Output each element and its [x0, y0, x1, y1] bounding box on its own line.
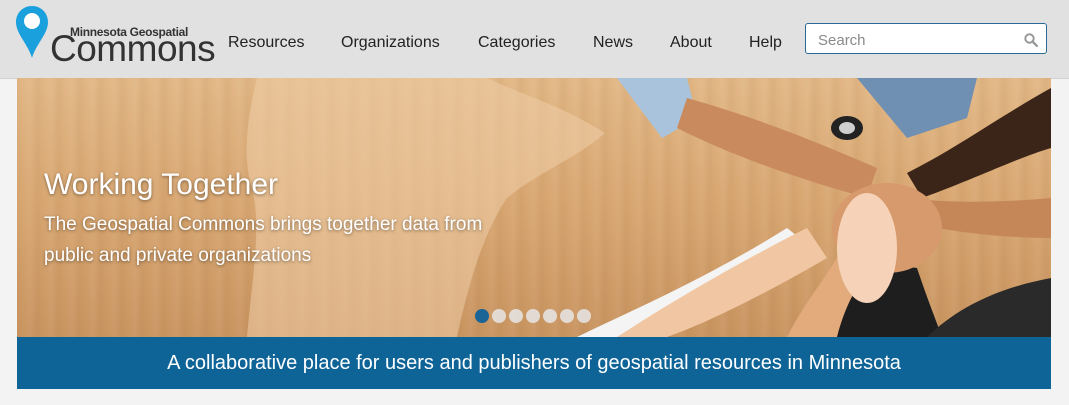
nav-item-organizations[interactable]: Organizations	[341, 34, 440, 52]
site-logo[interactable]: Minnesota Geospatial Commons	[14, 4, 216, 69]
nav-item-help[interactable]: Help	[749, 34, 782, 52]
carousel-dot-1[interactable]	[475, 309, 489, 323]
logo-wordmark: Commons	[50, 28, 216, 69]
hero-description: The Geospatial Commons brings together d…	[44, 214, 483, 266]
search-input[interactable]	[816, 28, 1020, 52]
carousel-dot-2[interactable]	[492, 309, 506, 323]
carousel-dot-6[interactable]	[560, 309, 574, 323]
carousel-dot-5[interactable]	[543, 309, 557, 323]
team-hands-photo	[577, 78, 1051, 337]
site-header: Minnesota Geospatial Commons Resources O…	[0, 0, 1069, 79]
hero-carousel: Working Together The Geospatial Commons …	[17, 78, 1051, 337]
search-icon[interactable]	[1024, 33, 1038, 47]
search-box	[805, 23, 1047, 54]
hero-title: Working Together	[44, 168, 279, 201]
carousel-dot-3[interactable]	[509, 309, 523, 323]
tagline-banner: A collaborative place for users and publ…	[17, 337, 1051, 389]
map-pin-icon	[16, 6, 48, 58]
nav-item-resources[interactable]: Resources	[228, 34, 304, 52]
nav-item-about[interactable]: About	[670, 34, 712, 52]
carousel-dot-7[interactable]	[577, 309, 591, 323]
minnesota-map-silhouette	[246, 78, 606, 337]
nav-item-news[interactable]: News	[593, 34, 633, 52]
nav-item-categories[interactable]: Categories	[478, 34, 555, 52]
carousel-dot-4[interactable]	[526, 309, 540, 323]
